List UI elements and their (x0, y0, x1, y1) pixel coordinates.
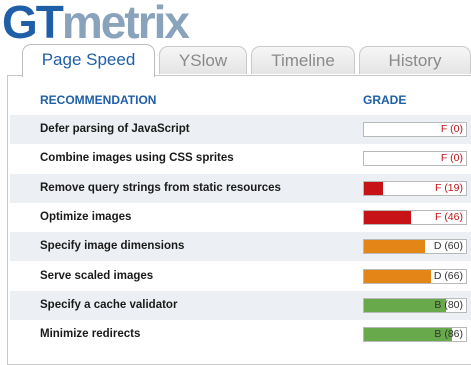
grade-bar-fill (364, 269, 432, 283)
grade-bar: F (46) (363, 209, 467, 225)
recommendation-row[interactable]: Serve scaled images D (66) (10, 262, 471, 291)
grade-bar-fill (364, 181, 384, 195)
recommendation-column-header: RECOMMENDATION (40, 93, 157, 107)
recommendation-row[interactable]: Optimize images F (46) (10, 203, 471, 232)
grade-bar-fill (364, 240, 426, 254)
recommendation-label[interactable]: Combine images using CSS sprites (40, 144, 234, 173)
grade-bar: B (86) (363, 327, 467, 343)
gtmetrix-logo: GTmetrix (2, 0, 190, 45)
grade-value: F (0) (440, 123, 463, 135)
logo-metrix: metrix (61, 0, 190, 48)
recommendation-row[interactable]: Specify a cache validator B (80) (10, 290, 471, 320)
recommendation-label[interactable]: Specify a cache validator (40, 291, 177, 320)
recommendation-row[interactable]: Specify image dimensions D (60) (10, 232, 471, 262)
grade-bar: D (66) (363, 268, 467, 284)
recommendation-label[interactable]: Serve scaled images (40, 262, 153, 291)
grade-value: D (66) (433, 269, 463, 282)
grade-bar: D (60) (363, 239, 467, 255)
tab-bar: Page Speed YSlow Timeline History (22, 44, 471, 77)
recommendation-row[interactable]: Minimize redirects B (86) (10, 320, 471, 349)
recommendation-row[interactable]: Remove query strings from static resourc… (10, 173, 471, 203)
tab-timeline[interactable]: Timeline (251, 46, 355, 74)
grade-value: F (0) (440, 152, 463, 165)
grade-bar: B (80) (363, 297, 467, 313)
grade-bar-fill (364, 298, 446, 312)
grade-bar: F (0) (363, 151, 467, 167)
logo-gt: GT (2, 0, 64, 48)
tab-yslow[interactable]: YSlow (159, 46, 247, 74)
recommendation-label[interactable]: Remove query strings from static resourc… (40, 174, 281, 203)
tab-history[interactable]: History (359, 46, 471, 74)
recommendation-row[interactable]: Combine images using CSS sprites F (0) (10, 144, 471, 173)
recommendation-row[interactable]: Defer parsing of JavaScript F (0) (10, 115, 471, 144)
grade-bar: F (19) (363, 180, 467, 196)
grade-value: B (80) (434, 298, 463, 311)
recommendation-label[interactable]: Minimize redirects (40, 320, 140, 349)
tab-page-speed[interactable]: Page Speed (22, 44, 155, 77)
grade-value: D (60) (433, 240, 463, 253)
grade-value: F (46) (434, 210, 463, 223)
recommendation-label[interactable]: Specify image dimensions (40, 232, 184, 261)
grade-value: B (86) (434, 328, 463, 341)
recommendation-label[interactable]: Optimize images (40, 203, 131, 232)
grade-bar-fill (364, 210, 411, 224)
grade-column-header: GRADE (363, 93, 407, 107)
recommendation-label[interactable]: Defer parsing of JavaScript (40, 115, 190, 144)
grade-bar: F (0) (363, 122, 467, 137)
grade-value: F (19) (434, 181, 463, 194)
